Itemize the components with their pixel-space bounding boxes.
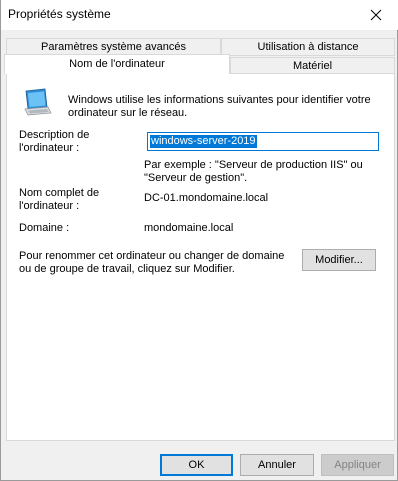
computer-description-field[interactable]: windows-server-2019 xyxy=(147,132,379,151)
computer-name-panel: Windows utilise les informations suivant… xyxy=(6,73,395,441)
tab-label: Matériel xyxy=(292,60,333,72)
example-line-2: "Serveur de gestion". xyxy=(144,172,248,184)
ok-button[interactable]: OK xyxy=(160,454,233,476)
title-bar: Propriétés système xyxy=(1,0,398,30)
intro-line-1: Windows utilise les informations suivant… xyxy=(68,94,371,106)
intro-line-2: ordinateur sur le réseau. xyxy=(68,107,188,119)
full-name-value: DC-01.mondomaine.local xyxy=(144,192,269,204)
tab-label: Utilisation à distance xyxy=(257,41,359,53)
full-name-label: Nom complet de l'ordinateur : xyxy=(19,187,99,213)
domain-value: mondomaine.local xyxy=(144,222,234,234)
system-properties-dialog: Propriétés système Paramètres système av… xyxy=(0,0,398,481)
tab-remote[interactable]: Utilisation à distance xyxy=(221,38,395,56)
tab-label: Paramètres système avancés xyxy=(41,41,186,53)
tab-computer-name[interactable]: Nom de l'ordinateur xyxy=(4,54,230,74)
domain-label: Domaine : xyxy=(19,222,70,234)
window-title: Propriétés système xyxy=(8,7,111,21)
intro-text: Windows utilise les informations suivant… xyxy=(68,94,388,120)
tab-label: Nom de l'ordinateur xyxy=(69,58,165,70)
computer-description-value: windows-server-2019 xyxy=(150,135,257,148)
full-name-label-line-1: Nom complet de xyxy=(19,187,100,199)
cancel-button[interactable]: Annuler xyxy=(240,454,314,476)
close-icon xyxy=(370,9,382,21)
rename-line-2: ou de groupe de travail, cliquez sur Mod… xyxy=(19,263,235,275)
description-label-line-1: Description de xyxy=(19,129,90,141)
tab-hardware[interactable]: Matériel xyxy=(230,57,395,74)
description-label: Description de l'ordinateur : xyxy=(19,129,89,155)
example-line-1: Par exemple : "Serveur de production IIS… xyxy=(144,159,363,171)
computer-icon xyxy=(24,88,52,116)
description-label-line-2: l'ordinateur : xyxy=(19,142,80,154)
modify-button[interactable]: Modifier... xyxy=(302,249,376,271)
description-example: Par exemple : "Serveur de production IIS… xyxy=(144,159,384,185)
apply-button: Appliquer xyxy=(321,454,394,476)
rename-line-1: Pour renommer cet ordinateur ou changer … xyxy=(19,250,285,262)
full-name-label-line-2: l'ordinateur : xyxy=(19,200,80,212)
close-button[interactable] xyxy=(354,0,398,30)
rename-text: Pour renommer cet ordinateur ou changer … xyxy=(19,250,309,276)
